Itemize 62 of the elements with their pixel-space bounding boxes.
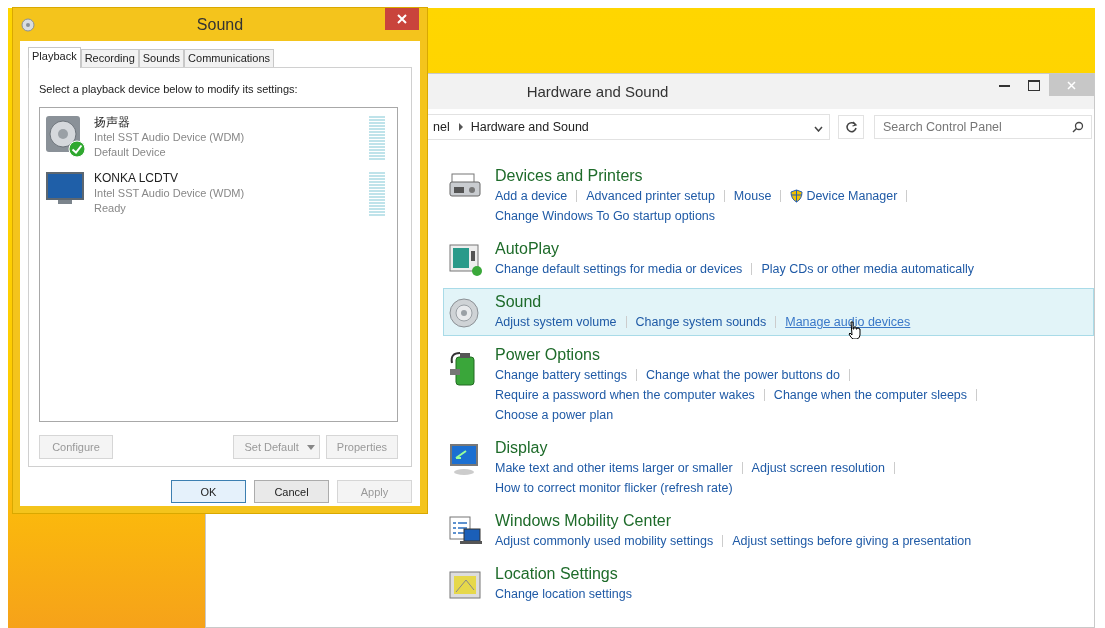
category-title[interactable]: Sound bbox=[495, 292, 911, 312]
category-title[interactable]: Devices and Printers bbox=[495, 166, 917, 186]
link[interactable]: Change Windows To Go startup options bbox=[495, 209, 716, 223]
link[interactable]: How to correct monitor flicker (refresh rate) bbox=[495, 481, 733, 495]
link[interactable]: Device Manager bbox=[806, 189, 898, 203]
chevron-down-icon bbox=[814, 125, 823, 132]
device-name: KONKA LCDTV bbox=[94, 171, 180, 186]
window-title: Hardware and Sound bbox=[526, 83, 669, 100]
link[interactable]: Change system sounds bbox=[635, 315, 767, 329]
map-icon bbox=[448, 568, 484, 602]
instruction-text: Select a playback device below to modify its settings: bbox=[39, 82, 299, 97]
link[interactable]: Manage audio devices bbox=[785, 315, 911, 329]
close-button[interactable] bbox=[385, 8, 419, 30]
link[interactable]: Change what the power buttons do bbox=[646, 368, 840, 382]
breadcrumb-item[interactable]: nel bbox=[433, 120, 450, 134]
device-status: Default Device bbox=[94, 145, 167, 160]
dialog-button[interactable]: OK bbox=[171, 480, 246, 503]
category-title[interactable]: AutoPlay bbox=[495, 239, 974, 259]
link[interactable]: Mouse bbox=[733, 189, 772, 203]
window-title: Sound bbox=[195, 15, 245, 34]
breadcrumb-item[interactable]: Hardware and Sound bbox=[470, 120, 589, 134]
link[interactable]: Change battery settings bbox=[495, 368, 628, 382]
link[interactable]: Make text and other items larger or smaller bbox=[495, 461, 733, 475]
refresh-button[interactable] bbox=[838, 115, 864, 139]
category-title[interactable]: Display bbox=[495, 438, 904, 458]
link[interactable]: Advanced printer setup bbox=[586, 189, 715, 203]
tab[interactable]: Playback bbox=[28, 47, 81, 68]
link[interactable]: Play CDs or other media automatically bbox=[761, 262, 974, 276]
link[interactable]: Adjust system volume bbox=[495, 315, 617, 329]
maximize-icon bbox=[1028, 79, 1040, 91]
search-field[interactable]: Search Control Panel bbox=[874, 115, 1092, 139]
volume-meter bbox=[369, 172, 385, 216]
refresh-icon bbox=[844, 120, 858, 134]
link[interactable]: Change location settings bbox=[495, 587, 632, 601]
search-icon bbox=[1072, 121, 1084, 133]
tab[interactable]: Communications bbox=[184, 49, 274, 67]
link[interactable]: Change default settings for media or devices bbox=[495, 262, 743, 276]
shield-icon bbox=[790, 189, 804, 203]
chevron-icon bbox=[458, 123, 463, 131]
link[interactable]: Require a password when the computer wakes bbox=[495, 388, 755, 402]
device-driver: Intel SST Audio Device (WDM) bbox=[94, 186, 246, 201]
device-name: 扬声器 bbox=[94, 115, 131, 130]
minimize-icon bbox=[998, 83, 1010, 87]
category-title[interactable]: Windows Mobility Center bbox=[495, 511, 972, 531]
link[interactable]: Adjust screen resolution bbox=[751, 461, 885, 475]
link[interactable]: Change when the computer sleeps bbox=[773, 388, 968, 402]
speaker-icon bbox=[20, 16, 36, 33]
close-icon bbox=[1067, 80, 1076, 90]
category-title[interactable]: Location Settings bbox=[495, 564, 632, 584]
close-icon bbox=[397, 14, 407, 24]
dialog-button[interactable]: Cancel bbox=[254, 480, 329, 503]
category-title[interactable]: Power Options bbox=[495, 345, 987, 365]
link[interactable]: Adjust settings before giving a presentation bbox=[732, 534, 972, 548]
link[interactable]: Add a device bbox=[495, 189, 568, 203]
link[interactable]: Choose a power plan bbox=[495, 408, 614, 422]
speaker-icon bbox=[448, 296, 482, 330]
tab[interactable]: Recording bbox=[80, 49, 139, 67]
autoplay-icon bbox=[448, 243, 484, 277]
device-status: Ready bbox=[94, 201, 127, 216]
volume-meter bbox=[369, 116, 385, 160]
link[interactable]: Adjust commonly used mobility settings bbox=[495, 534, 714, 548]
tab[interactable]: Sounds bbox=[138, 49, 185, 67]
